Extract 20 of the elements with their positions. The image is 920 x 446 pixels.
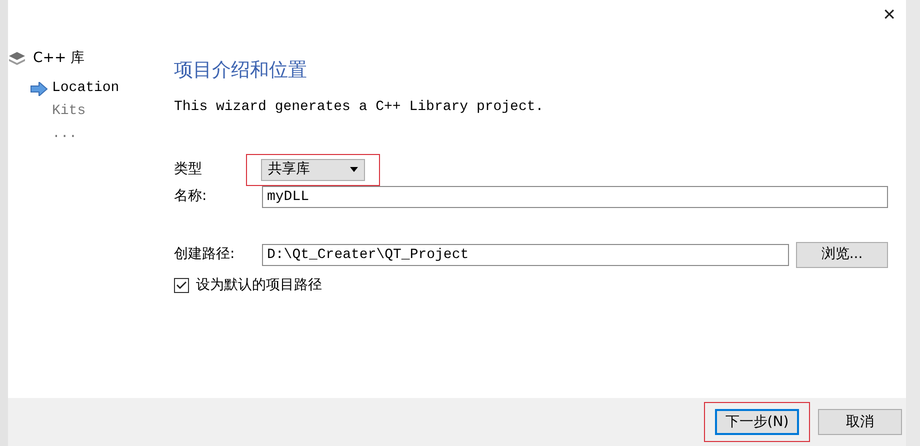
type-dropdown[interactable]: 共享库 — [261, 158, 365, 180]
stack-icon — [8, 50, 26, 66]
page-heading: 项目介绍和位置 — [174, 58, 308, 83]
checkbox-label: 设为默认的项目路径 — [196, 276, 322, 294]
step-item: ... — [52, 125, 78, 144]
window-title: C++ 库 — [33, 49, 85, 68]
checkbox[interactable] — [174, 278, 189, 292]
name-field[interactable]: myDLL — [262, 186, 888, 208]
next-button[interactable]: 下一步(N) — [715, 409, 799, 435]
page-description: This wizard generates a C++ Library project. — [174, 98, 545, 116]
path-field[interactable]: D:\Qt_Creater\QT_Project — [262, 244, 789, 266]
field-label: 创建路径: — [174, 245, 236, 264]
browse-button[interactable]: 浏览... — [796, 242, 888, 268]
close-button[interactable]: ✕ — [876, 2, 902, 28]
cancel-button[interactable]: 取消 — [818, 409, 902, 435]
caret-icon — [350, 167, 358, 172]
field-label: 名称: — [174, 187, 208, 206]
step-item: Kits — [52, 102, 86, 121]
step-item: Location — [52, 79, 120, 98]
field-label: 类型 — [174, 160, 203, 179]
